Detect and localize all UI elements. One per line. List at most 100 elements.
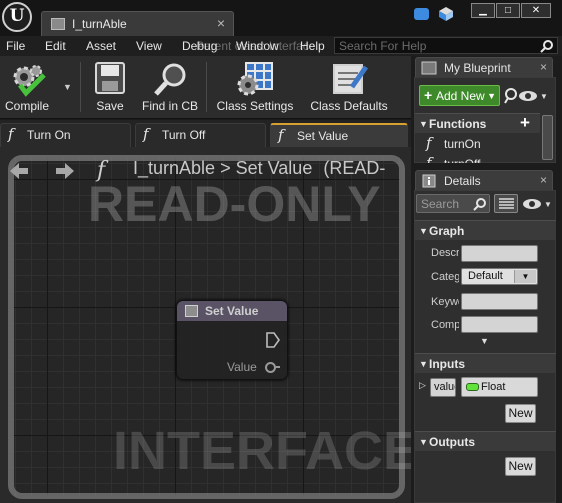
search-icon (473, 198, 486, 211)
add-function-icon[interactable]: + (520, 113, 530, 133)
expand-input-arrow-icon[interactable]: ▷ (419, 380, 426, 391)
class-settings-label: Class Settings (216, 99, 294, 113)
function-icon: f (278, 126, 284, 144)
menu-edit[interactable]: Edit (45, 39, 66, 53)
compile-icon (13, 65, 46, 97)
help-search-input[interactable]: Search For Help (334, 37, 558, 54)
outputs-label: Outputs (429, 435, 475, 449)
inputs-section-header[interactable]: ▼ Inputs (415, 353, 556, 373)
visibility-eye-icon[interactable] (522, 198, 542, 210)
advanced-expand-icon[interactable]: ▼ (480, 336, 489, 346)
exec-pin-icon[interactable] (266, 332, 280, 348)
tab-turn-off[interactable]: f Turn Off (135, 123, 266, 147)
close-window-button[interactable]: ✕ (521, 3, 551, 18)
function-icon: f (143, 125, 149, 143)
keywords-label: Keywords (431, 296, 459, 308)
close-panel-icon[interactable]: × (540, 173, 547, 187)
find-in-cb-label: Find in CB (141, 99, 199, 113)
input-type-selector[interactable]: Float (461, 377, 538, 397)
blueprint-icon (421, 61, 437, 75)
chevron-down-icon[interactable]: ▼ (540, 92, 548, 101)
save-label: Save (96, 99, 124, 113)
maximize-button[interactable]: □ (496, 3, 520, 18)
new-input-button[interactable]: New (505, 404, 536, 423)
function-entry-icon (185, 305, 198, 317)
tab-my-blueprint[interactable]: My Blueprint × (415, 57, 553, 77)
function-icon: f (426, 134, 432, 152)
tab-set-value-label: Set Value (297, 129, 349, 143)
chevron-down-icon: ▼ (487, 91, 496, 101)
back-arrow-icon[interactable] (10, 163, 34, 179)
close-panel-icon[interactable]: × (540, 60, 547, 74)
add-new-button[interactable]: + Add New ▼ (419, 85, 500, 106)
category-dropdown[interactable]: Default ▼ (461, 268, 538, 285)
grid-icon (499, 198, 514, 209)
graph-section-label: Graph (429, 224, 465, 238)
outputs-section-header[interactable]: ▼ Outputs (415, 431, 556, 451)
tab-turn-on-label: Turn On (27, 128, 71, 142)
minimize-button[interactable]: ▁ (471, 3, 495, 18)
new-output-button[interactable]: New (505, 457, 536, 476)
function-item-turnoff[interactable]: f turnOff (420, 154, 538, 163)
node-header: Set Value (177, 301, 287, 322)
function-icon: f (426, 154, 432, 163)
function-item-turnon[interactable]: f turnOn (420, 134, 538, 154)
category-value: Default (468, 270, 503, 282)
menu-view[interactable]: View (136, 39, 162, 53)
details-search-input[interactable]: Search (416, 194, 490, 213)
chat-icon[interactable] (414, 8, 429, 20)
function-icon: f (8, 125, 14, 143)
scrollbar[interactable] (542, 115, 553, 160)
class-defaults-label: Class Defaults (310, 99, 388, 113)
value-pin-label: Value (227, 360, 257, 374)
functions-label: Functions (429, 117, 487, 131)
property-matrix-button[interactable] (494, 194, 518, 213)
my-blueprint-label: My Blueprint (444, 61, 511, 75)
document-tab[interactable]: I_turnAble × (41, 11, 234, 36)
float-type-icon (466, 383, 479, 391)
description-field[interactable] (461, 245, 538, 262)
title-bar: U I_turnAble × ▁ □ ✕ (0, 0, 562, 36)
input-name-field[interactable]: value (430, 378, 456, 397)
input-name-value: value (434, 381, 455, 393)
menu-window[interactable]: Window (236, 39, 279, 53)
menu-asset[interactable]: Asset (86, 39, 116, 53)
details-label: Details (444, 174, 481, 188)
chevron-down-icon[interactable]: ▼ (544, 200, 552, 209)
value-pin-icon[interactable] (265, 362, 276, 373)
tab-details[interactable]: Details × (415, 170, 553, 190)
document-tab-label: I_turnAble (72, 17, 127, 31)
save-button[interactable]: Save (88, 56, 132, 118)
find-in-cb-icon (154, 63, 186, 96)
plus-icon: + (424, 87, 433, 103)
forward-arrow-icon[interactable] (50, 163, 74, 179)
compile-button[interactable]: Compile (0, 56, 64, 118)
class-settings-button[interactable]: Class Settings (212, 56, 298, 118)
chevron-down-icon: ▼ (514, 270, 536, 283)
collapse-arrow-icon: ▼ (419, 226, 428, 236)
find-in-cb-button[interactable]: Find in CB (140, 56, 200, 118)
interface-watermark: INTERFACE (113, 421, 420, 481)
tab-turn-off-label: Turn Off (162, 128, 206, 142)
graph-tab-bar: f Turn On f Turn Off f Set Value (0, 120, 411, 147)
menu-debug[interactable]: Debug (182, 39, 217, 53)
marketplace-icon[interactable] (438, 6, 454, 22)
keywords-field[interactable] (461, 293, 538, 310)
compile-options-chevron-icon[interactable]: ▼ (63, 82, 72, 92)
view-options-eye-icon[interactable] (518, 90, 538, 102)
menu-file[interactable]: File (6, 39, 25, 53)
search-icon[interactable] (504, 87, 517, 104)
close-tab-icon[interactable]: × (217, 15, 225, 31)
tab-set-value[interactable]: f Set Value (270, 123, 408, 147)
graph-section-header[interactable]: ▼ Graph (415, 220, 556, 240)
toolbar-separator (206, 62, 207, 112)
functions-section-header[interactable]: ▼ Functions + (415, 113, 540, 133)
class-defaults-button[interactable]: Class Defaults (306, 56, 392, 118)
tab-turn-on[interactable]: f Turn On (0, 123, 131, 147)
set-value-node[interactable]: Set Value Value (176, 300, 288, 380)
category-label: Category (431, 271, 459, 283)
compact-node-title-field[interactable] (461, 316, 538, 333)
info-icon (422, 174, 436, 188)
menu-help[interactable]: Help (300, 39, 325, 53)
collapse-arrow-icon: ▼ (419, 359, 428, 369)
